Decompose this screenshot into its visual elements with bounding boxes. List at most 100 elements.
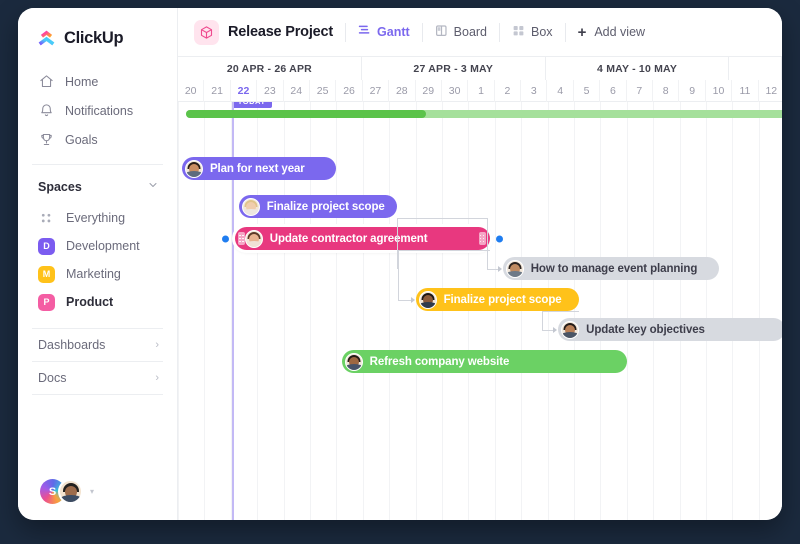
divider (422, 23, 423, 42)
grid-line (706, 102, 707, 520)
spaces-section-header[interactable]: Spaces (18, 165, 177, 204)
user-bar[interactable]: S ▾ (18, 465, 177, 520)
resize-handle-right[interactable] (479, 232, 486, 245)
sidebar-item-home-label: Home (65, 75, 98, 89)
chevron-down-icon-user[interactable]: ▾ (90, 487, 94, 496)
day-label: 30 (442, 80, 468, 102)
sidebar: ClickUp Home Notifications (18, 8, 178, 520)
gantt-task-bar[interactable]: How to manage event planning (503, 257, 719, 280)
day-label: 12 (759, 80, 782, 102)
avatar[interactable] (345, 353, 363, 371)
dependency-dot-left[interactable] (222, 235, 229, 242)
spaces-list: Everything D Development M Marketing P P… (18, 204, 177, 316)
sidebar-item-home[interactable]: Home (18, 67, 177, 96)
tab-board[interactable]: Board (435, 24, 487, 40)
week-label: 27 APR - 3 MAY (362, 57, 546, 80)
space-badge-development: D (38, 238, 55, 255)
day-label: 10 (706, 80, 732, 102)
week-label (729, 57, 782, 80)
divider (565, 23, 566, 42)
gantt-task-label: Update contractor agreement (270, 233, 428, 245)
dependency-link (487, 218, 488, 269)
dependency-arrow (411, 297, 415, 303)
grid-line (178, 102, 179, 520)
sidebar-item-docs-label: Docs (38, 371, 66, 385)
gantt-task-bar[interactable]: Update key objectives (558, 318, 782, 341)
dependency-link (398, 250, 490, 251)
avatar[interactable] (419, 291, 437, 309)
sidebar-item-everything-label: Everything (66, 211, 125, 225)
sidebar-item-everything[interactable]: Everything (18, 204, 177, 232)
dependency-arrow (498, 266, 502, 272)
avatar[interactable] (506, 260, 524, 278)
dependency-dot-right[interactable] (496, 235, 503, 242)
day-label: 24 (284, 80, 310, 102)
gantt-task-bar[interactable]: Finalize project scope (416, 288, 580, 311)
clickup-logo[interactable]: ClickUp (18, 8, 177, 49)
sidebar-item-dashboards-label: Dashboards (38, 338, 105, 352)
day-label: 28 (389, 80, 415, 102)
sidebar-item-notifications[interactable]: Notifications (18, 96, 177, 125)
day-label: 7 (627, 80, 653, 102)
main-panel: Release Project Gantt (178, 8, 782, 520)
day-label: 8 (653, 80, 679, 102)
page-title: Release Project (228, 24, 333, 40)
gantt-task-bar[interactable]: Finalize project scope (239, 195, 397, 218)
gantt-task-label: Update key objectives (586, 324, 705, 336)
project-progress-bar (186, 110, 782, 118)
day-label: 21 (204, 80, 230, 102)
today-badge: TODAY (232, 102, 272, 108)
chevron-right-icon-dashboards: › (155, 339, 159, 351)
avatar[interactable] (561, 321, 579, 339)
chevron-down-icon[interactable] (147, 178, 159, 196)
sidebar-item-marketing[interactable]: M Marketing (18, 260, 177, 288)
day-label: 11 (732, 80, 758, 102)
sidebar-item-docs[interactable]: Docs › (18, 362, 177, 394)
tab-box-label: Box (531, 25, 553, 39)
gantt-chart-area[interactable]: TODAY Plan for next year Finalize project … (178, 102, 782, 520)
day-label: 20 (178, 80, 204, 102)
sidebar-item-product[interactable]: P Product (18, 288, 177, 316)
tab-gantt[interactable]: Gantt (358, 24, 410, 40)
gantt-task-bar[interactable]: Refresh company website (342, 350, 627, 373)
cube-icon (194, 20, 219, 45)
grid-line (732, 102, 733, 520)
avatar[interactable] (185, 160, 203, 178)
grid-line (363, 102, 364, 520)
box-icon (512, 24, 525, 40)
dependency-link (542, 311, 543, 330)
day-label: 1 (468, 80, 494, 102)
day-label: 26 (336, 80, 362, 102)
day-label: 9 (679, 80, 705, 102)
dependency-arrow (553, 327, 557, 333)
sidebar-item-goals-label: Goals (65, 133, 98, 147)
sidebar-item-development[interactable]: D Development (18, 232, 177, 260)
grid-line (521, 102, 522, 520)
dependency-link (398, 300, 412, 301)
gantt-task-label: How to manage event planning (531, 263, 698, 275)
avatar[interactable] (245, 230, 263, 248)
gantt-task-label: Finalize project scope (444, 294, 562, 306)
day-label: 25 (310, 80, 336, 102)
grid-line (653, 102, 654, 520)
day-label: 4 (547, 80, 573, 102)
clickup-logo-text: ClickUp (64, 29, 123, 48)
avatar[interactable] (242, 198, 260, 216)
day-label: 3 (521, 80, 547, 102)
add-view-button[interactable]: + Add view (578, 24, 646, 41)
sidebar-item-dashboards[interactable]: Dashboards › (18, 329, 177, 361)
avatar[interactable] (58, 479, 83, 504)
gantt-icon (358, 24, 371, 40)
day-label: 29 (416, 80, 442, 102)
resize-handle-left[interactable] (238, 232, 245, 245)
dependency-link (542, 311, 579, 312)
gantt-task-bar[interactable]: Update contractor agreement (235, 227, 490, 250)
app-window: ClickUp Home Notifications (18, 8, 782, 520)
gantt-task-bar[interactable]: Plan for next year (182, 157, 336, 180)
sidebar-item-development-label: Development (66, 239, 140, 253)
sidebar-nav: Home Notifications Goals (18, 67, 177, 154)
day-label: 22 (231, 80, 257, 102)
sidebar-item-notifications-label: Notifications (65, 104, 133, 118)
tab-box[interactable]: Box (512, 24, 553, 40)
sidebar-item-goals[interactable]: Goals (18, 125, 177, 154)
